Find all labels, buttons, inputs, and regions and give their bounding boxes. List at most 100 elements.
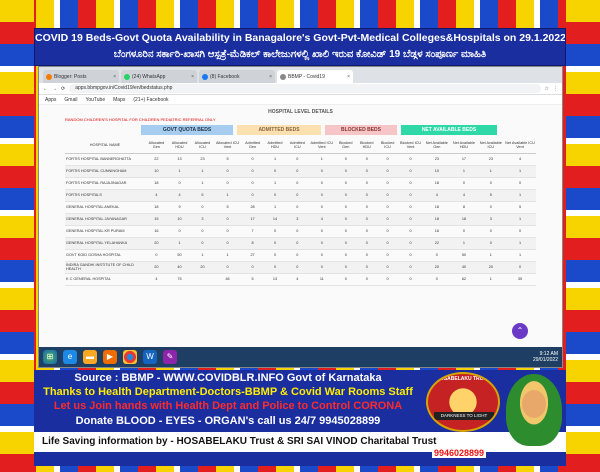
close-icon[interactable]: ×	[113, 74, 116, 80]
bookmark-gmail[interactable]: Gmail	[64, 97, 77, 103]
hospital-name-cell: GENERAL HOSPITAL KR PURAM	[65, 225, 145, 238]
back-icon[interactable]: ←	[43, 86, 48, 92]
bed-count-cell: 1	[308, 153, 336, 166]
hospital-name-cell: GENERAL HOSPITAL JAYANAGAR	[65, 213, 145, 226]
word-icon[interactable]: W	[143, 350, 157, 364]
bed-count-cell: 0	[397, 153, 424, 166]
bed-count-cell: 0	[377, 213, 398, 226]
star-icon[interactable]: ☆	[545, 86, 549, 92]
bed-count-cell: 0	[356, 261, 378, 274]
frame-right	[566, 0, 600, 472]
bed-count-cell: 0	[377, 237, 398, 250]
bed-count-cell: 5	[477, 189, 504, 202]
bed-count-cell: 0	[356, 225, 378, 238]
bed-count-cell: 20	[145, 261, 168, 274]
column-header: Allocated ICU	[191, 137, 214, 154]
tab-label: (8) Facebook	[210, 73, 240, 80]
paint-icon[interactable]: ✎	[163, 350, 177, 364]
bed-count-cell: 0	[213, 261, 242, 274]
bed-count-cell: 17	[450, 153, 478, 166]
bed-count-cell: 0	[241, 261, 264, 274]
reload-icon[interactable]: ⟳	[61, 86, 65, 92]
bed-count-cell: 8	[450, 201, 478, 214]
bookmark-youtube[interactable]: YouTube	[85, 97, 105, 103]
bed-count-cell: 16	[423, 225, 451, 238]
table-row: INDIRA GANDHI INSTITUTE OF CHILD HEALTH 2…	[65, 261, 536, 274]
page-content: HOSPITAL LEVEL DETAILS RANDOM CHILDREN'S…	[39, 105, 562, 347]
start-icon[interactable]: ⊞	[43, 350, 57, 364]
column-header: Blocked ICU	[377, 137, 398, 154]
bed-count-cell: 0	[308, 237, 336, 250]
bed-count-cell: 0	[335, 249, 357, 262]
bed-count-cell: 0	[308, 201, 336, 214]
bed-count-cell: 4	[286, 273, 309, 286]
beds-table: HOSPITAL NAME Allocated Gen Allocated HDU A…	[65, 137, 536, 286]
bed-count-cell: 0	[335, 225, 357, 238]
hospital-name-cell: INDIRA GANDHI INSTITUTE OF CHILD HEALTH	[65, 261, 145, 274]
bed-count-cell: 0	[308, 165, 336, 178]
bed-count-cell: 0	[286, 201, 309, 214]
bed-count-cell: 0	[397, 213, 424, 226]
bed-count-cell: 4	[145, 273, 168, 286]
bed-count-cell: 0	[504, 225, 536, 238]
column-header: Admitted ICU	[286, 137, 309, 154]
bed-count-cell: 1	[477, 249, 504, 262]
header-subtitle: ಬೆಂಗಳೂರಿನ ಸರ್ಕಾರಿ-ಖಾಸಗಿ ಆಸ್ಪತ್ರೆ-ಮೆಡಿಕಲ್…	[113, 49, 487, 60]
url-field[interactable]: apps.bbmpgov.in/Covid19/en/bedstatus.php	[69, 84, 541, 93]
bookmark-facebook[interactable]: (21+) Facebook	[133, 97, 168, 103]
tab-facebook[interactable]: (8) Facebook ×	[199, 70, 275, 83]
bed-count-cell: 10	[145, 165, 168, 178]
chrome-icon[interactable]	[123, 350, 137, 364]
tab-whatsapp[interactable]: (24) WhatsApp ×	[121, 70, 197, 83]
bed-count-cell: 0	[423, 249, 451, 262]
close-icon[interactable]: ×	[269, 74, 272, 80]
bed-count-cell: 20	[423, 261, 451, 274]
forward-icon[interactable]: →	[52, 86, 57, 92]
bed-count-cell: 1	[213, 189, 242, 202]
blogger-icon	[46, 73, 52, 80]
close-icon[interactable]: ×	[347, 74, 350, 80]
bed-count-cell: 0	[286, 153, 309, 166]
bed-count-cell: 28	[241, 201, 264, 214]
bed-count-cell: 5	[213, 153, 242, 166]
bed-count-cell: 0	[335, 213, 357, 226]
group-header-row: GOVT QUOTA BEDS ADMITTED BEDS BLOCKED BE…	[65, 125, 536, 135]
bed-count-cell: 7	[241, 225, 264, 238]
bed-count-cell: 35	[504, 273, 536, 286]
menu-icon[interactable]: ⋮	[553, 86, 558, 92]
bed-count-cell: 0	[504, 261, 536, 274]
bed-count-cell: 11	[308, 273, 336, 286]
bed-count-cell: 15	[145, 213, 168, 226]
column-header: Allocated Gen	[145, 137, 168, 154]
header-banner: COVID 19 Beds-Govt Quota Availability in…	[34, 28, 566, 66]
hospital-name-cell: FORTIS HOSPITAL CUNNINGHAM	[65, 165, 145, 178]
bed-count-cell: 0	[423, 273, 451, 286]
tab-strip: Blogger: Posts × (24) WhatsApp × (8) Faceb…	[39, 67, 562, 83]
hospital-name-cell: FORTIS HOSPITALS	[65, 189, 145, 202]
bed-count-cell: 1	[167, 237, 192, 250]
footer: Source : BBMP - WWW.COVIDBLR.INFO Govt o…	[34, 370, 566, 466]
folder-icon[interactable]: ▬	[83, 350, 97, 364]
bed-count-cell: 3	[286, 213, 309, 226]
bed-count-cell: 0	[263, 249, 287, 262]
address-bar-row: ← → ⟳ apps.bbmpgov.in/Covid19/en/bedstat…	[39, 83, 562, 95]
close-icon[interactable]: ×	[191, 74, 194, 80]
bed-count-cell: 0	[308, 261, 336, 274]
bed-count-cell: 0	[377, 225, 398, 238]
facebook-icon	[202, 73, 208, 80]
table-row: GENERAL HOSPITAL ANEKAL 18 9 0 5 28 1 0 0 0 0 0 0 18 8…	[65, 201, 536, 214]
bookmark-apps[interactable]: Apps	[45, 97, 56, 103]
scroll-up-button[interactable]: ⌃	[512, 323, 528, 339]
portrait-face	[522, 390, 546, 418]
bed-count-cell: 0	[377, 189, 398, 202]
bed-count-cell: 0	[477, 237, 504, 250]
ie-icon[interactable]: e	[63, 350, 77, 364]
bed-count-cell: 0	[335, 201, 357, 214]
bed-count-cell: 23	[423, 153, 451, 166]
bed-count-cell: 0	[335, 177, 357, 190]
media-icon[interactable]: ▶	[103, 350, 117, 364]
frame-left	[0, 0, 34, 472]
tab-blogger[interactable]: Blogger: Posts ×	[43, 70, 119, 83]
bookmark-maps[interactable]: Maps	[113, 97, 125, 103]
tab-bbmp[interactable]: BBMP - Covid19 ×	[277, 70, 353, 83]
